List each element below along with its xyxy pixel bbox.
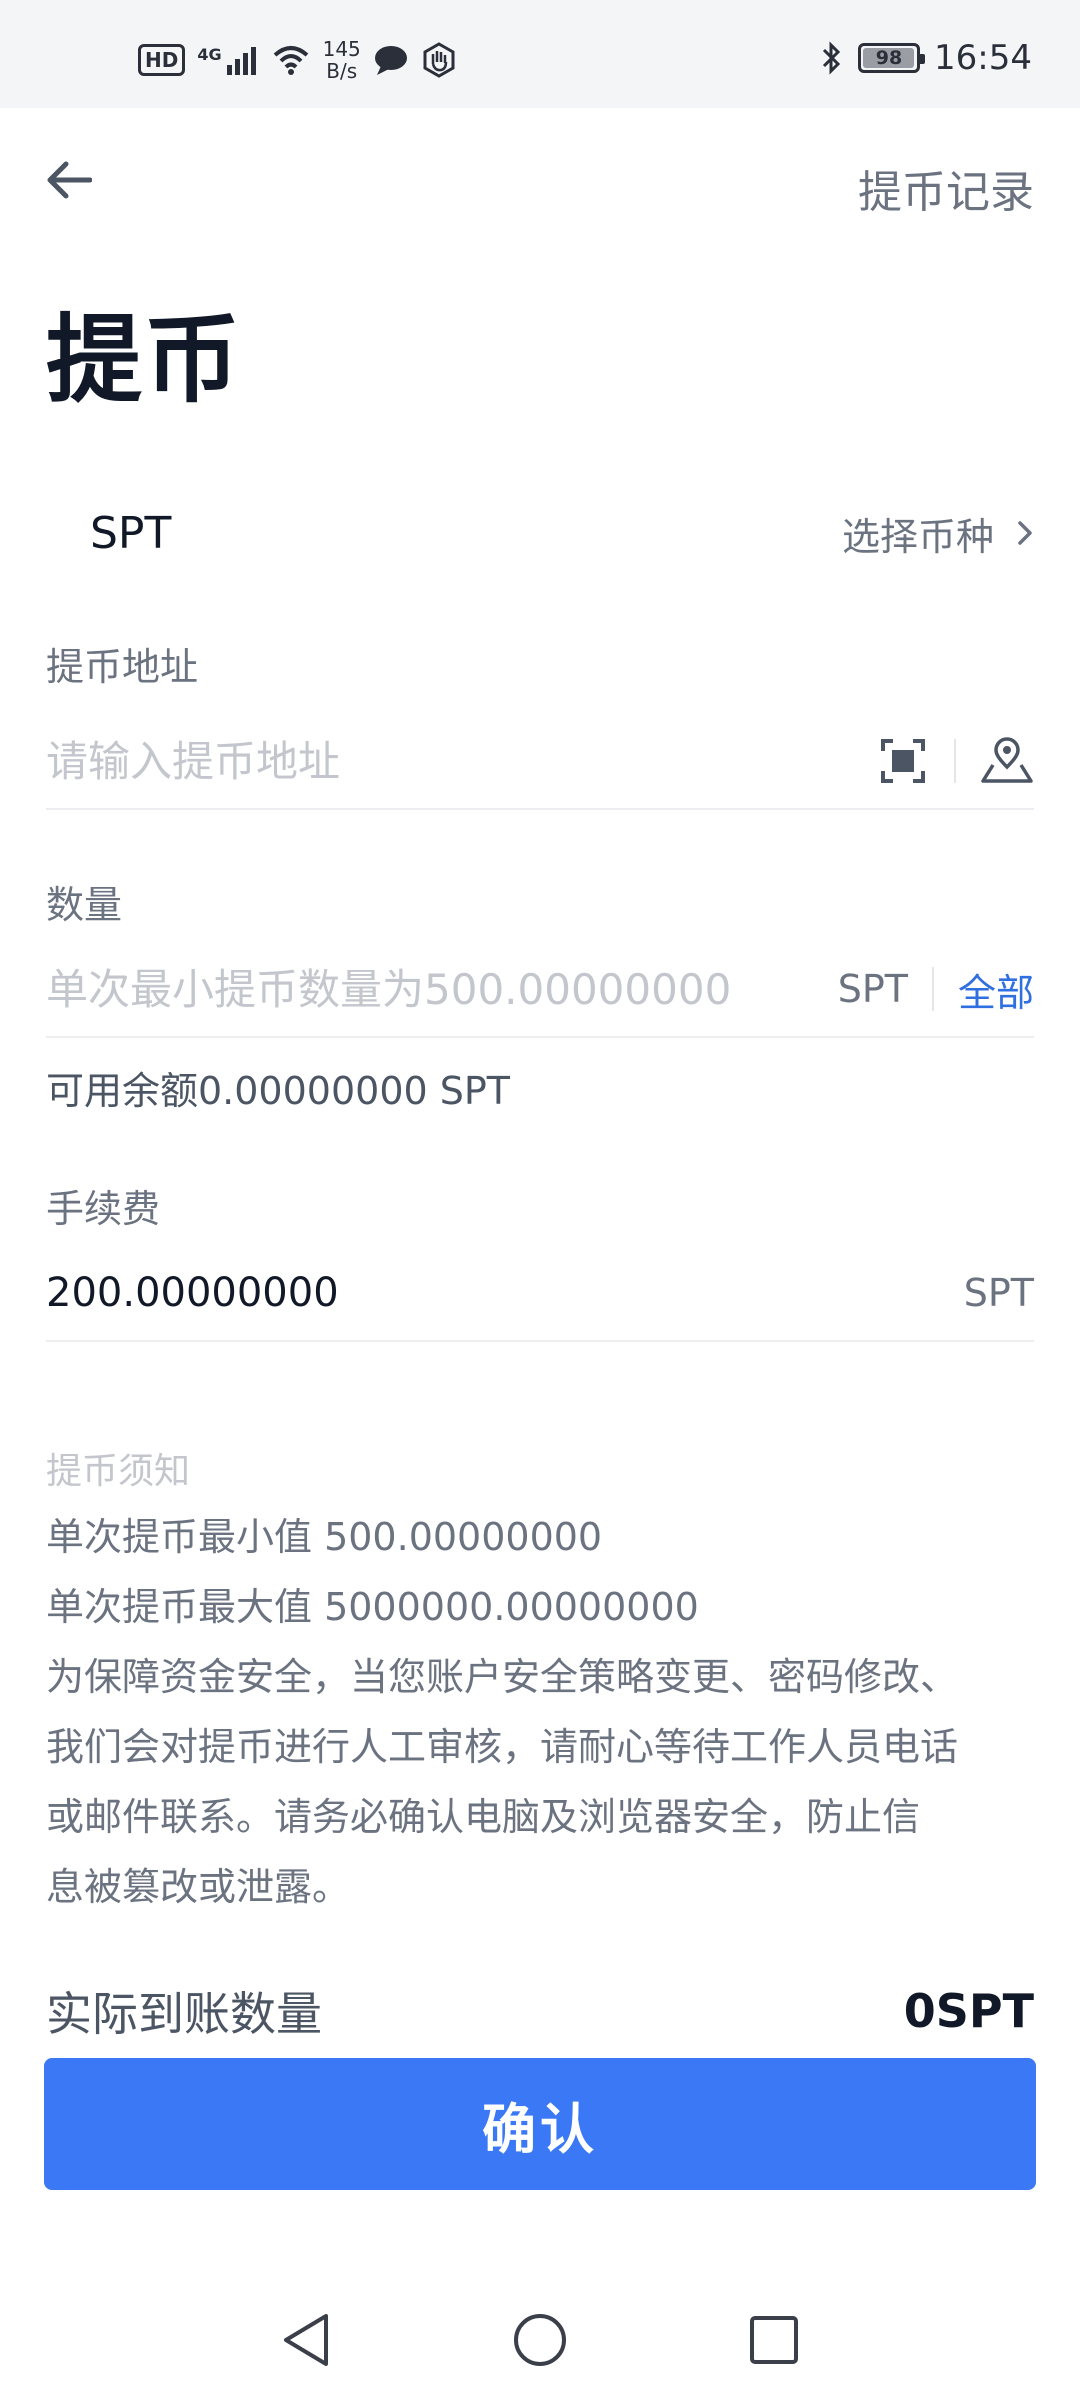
status-left: HD 4G 145 B/s: [138, 38, 457, 82]
coin-selector[interactable]: SPT 选择币种: [46, 490, 1034, 576]
notes-line-2: 我们会对提币进行人工审核，请耐心等待工作人员电话: [46, 1725, 959, 1769]
coin-name: SPT: [90, 507, 172, 559]
select-coin-link[interactable]: 选择币种: [842, 506, 1034, 561]
notes-line-4: 息被篡改或泄露。: [46, 1865, 351, 1909]
fee-field: 200.00000000 SPT: [46, 1246, 1034, 1342]
notes-max-line: 单次提币最大值 5000000.00000000: [46, 1585, 699, 1629]
status-bar: HD 4G 145 B/s 98 16:54: [0, 0, 1080, 108]
received-value: 0SPT: [903, 1984, 1034, 2038]
chevron-right-icon: [1018, 521, 1032, 545]
scan-button[interactable]: [876, 734, 930, 788]
bluetooth-icon: [822, 41, 841, 75]
nav-home-button[interactable]: [508, 2308, 572, 2372]
fee-value: 200.00000000: [46, 1270, 339, 1316]
received-summary: 实际到账数量 0SPT: [46, 1978, 1034, 2044]
address-input[interactable]: [46, 736, 876, 786]
amount-unit: SPT: [837, 967, 908, 1011]
arrow-left-icon: [47, 161, 92, 199]
net-speed-unit: B/s: [326, 59, 358, 83]
clock: 16:54: [934, 38, 1032, 78]
net-speed: 145 B/s: [323, 38, 361, 82]
triangle-back-icon: [284, 2314, 328, 2366]
amount-separator: [931, 967, 934, 1011]
hand-stop-icon: [423, 42, 455, 78]
all-button[interactable]: 全部: [958, 962, 1034, 1017]
withdraw-notes: 单次提币最小值 500.00000000 单次提币最大值 5000000.000…: [46, 1502, 1036, 1922]
circle-home-icon: [514, 2314, 566, 2366]
signal-icon: 4G: [197, 45, 258, 75]
fee-label: 手续费: [46, 1187, 161, 1231]
amount-field: SPT 全部: [46, 942, 1034, 1038]
network-type-label: 4G: [197, 45, 222, 64]
chat-bubble-icon: [374, 46, 407, 75]
fee-unit: SPT: [963, 1271, 1034, 1315]
address-label: 提币地址: [46, 645, 199, 689]
received-label: 实际到账数量: [46, 1987, 322, 2041]
withdraw-history-link[interactable]: 提币记录: [858, 156, 1034, 220]
address-book-button[interactable]: [980, 734, 1034, 788]
back-button[interactable]: [40, 152, 96, 208]
nav-back-button[interactable]: [274, 2308, 338, 2372]
address-field: [46, 714, 1034, 810]
available-balance: 可用余额0.00000000 SPT: [46, 1069, 510, 1113]
amount-input[interactable]: [46, 964, 838, 1014]
notes-line-1: 为保障资金安全，当您账户安全策略变更、密码修改、: [46, 1655, 959, 1699]
battery-tip: [920, 54, 926, 64]
square-recents-icon: [750, 2316, 798, 2364]
withdraw-notes-title: 提币须知: [46, 1451, 191, 1492]
system-nav-bar: [0, 2280, 1080, 2400]
notes-line-3: 或邮件联系。请务必确认电脑及浏览器安全，防止信: [46, 1795, 921, 1839]
amount-label: 数量: [46, 883, 123, 927]
location-book-icon: [981, 737, 1033, 783]
battery-level: 98: [875, 47, 903, 69]
page-title: 提币: [46, 304, 242, 416]
wifi-icon: [273, 46, 308, 75]
address-separator: [954, 739, 956, 783]
hd-badge: HD: [138, 44, 186, 76]
scan-icon: [881, 739, 925, 783]
confirm-button[interactable]: 确认: [44, 2058, 1036, 2190]
signal-bars-icon: [226, 47, 256, 75]
select-coin-label: 选择币种: [841, 514, 994, 559]
status-right: 98 16:54: [820, 38, 1032, 78]
battery-icon: 98: [858, 43, 926, 73]
nav-recents-button[interactable]: [742, 2308, 806, 2372]
net-speed-value: 145: [322, 37, 361, 61]
notes-min-line: 单次提币最小值 500.00000000: [46, 1515, 603, 1559]
